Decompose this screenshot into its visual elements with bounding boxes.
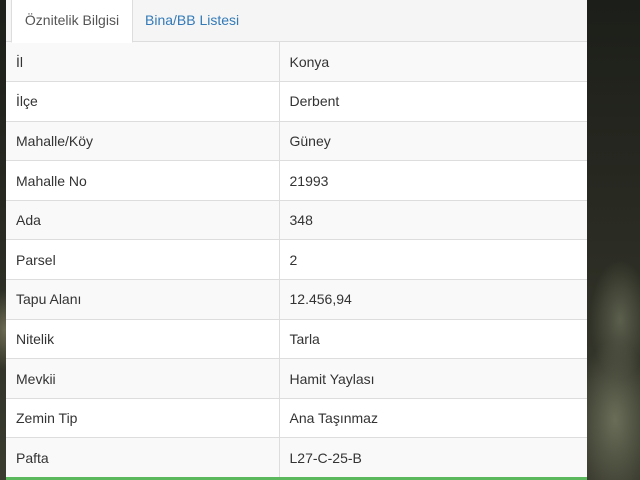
- table-row: Mahalle/Köy Güney: [6, 120, 587, 161]
- row-value: 12.456,94: [279, 279, 587, 320]
- table-row: İlçe Derbent: [6, 81, 587, 122]
- row-key: Tapu Alanı: [6, 279, 280, 320]
- row-key: Parsel: [6, 239, 280, 280]
- row-value: Ana Taşınmaz: [279, 397, 587, 438]
- row-value: Hamit Yaylası: [279, 358, 587, 399]
- row-key: İl: [6, 42, 280, 82]
- attribute-panel: Öznitelik Bilgisi Bina/BB Listesi İl Kon…: [6, 0, 587, 480]
- tab-building-list[interactable]: Bina/BB Listesi: [134, 0, 250, 42]
- row-key: Nitelik: [6, 318, 280, 359]
- table-row: Pafta L27-C-25-B: [6, 437, 587, 478]
- row-value: 21993: [279, 160, 587, 201]
- table-row: Mevkii Hamit Yaylası: [6, 358, 587, 399]
- table-row: Mahalle No 21993: [6, 160, 587, 201]
- row-value: Konya: [279, 42, 587, 82]
- row-value: 348: [279, 199, 587, 240]
- row-key: Mahalle No: [6, 160, 280, 201]
- row-key: Zemin Tip: [6, 397, 280, 438]
- table-row: Parsel 2: [6, 239, 587, 280]
- attribute-table: İl Konya İlçe Derbent Mahalle/Köy Güney …: [6, 42, 587, 478]
- table-row: Nitelik Tarla: [6, 318, 587, 359]
- row-value: Derbent: [279, 81, 587, 122]
- row-value: Güney: [279, 120, 587, 161]
- row-value: Tarla: [279, 318, 587, 359]
- table-row: Zemin Tip Ana Taşınmaz: [6, 397, 587, 438]
- row-value: L27-C-25-B: [279, 437, 587, 478]
- row-key: İlçe: [6, 81, 280, 122]
- tab-bar: Öznitelik Bilgisi Bina/BB Listesi: [6, 0, 587, 43]
- row-key: Pafta: [6, 437, 280, 478]
- table-row: İl Konya: [6, 42, 587, 82]
- row-value: 2: [279, 239, 587, 280]
- table-row: Tapu Alanı 12.456,94: [6, 279, 587, 320]
- row-key: Mahalle/Köy: [6, 120, 280, 161]
- row-key: Mevkii: [6, 358, 280, 399]
- table-row: Ada 348: [6, 199, 587, 240]
- tab-attribute-info[interactable]: Öznitelik Bilgisi: [11, 0, 133, 43]
- row-key: Ada: [6, 199, 280, 240]
